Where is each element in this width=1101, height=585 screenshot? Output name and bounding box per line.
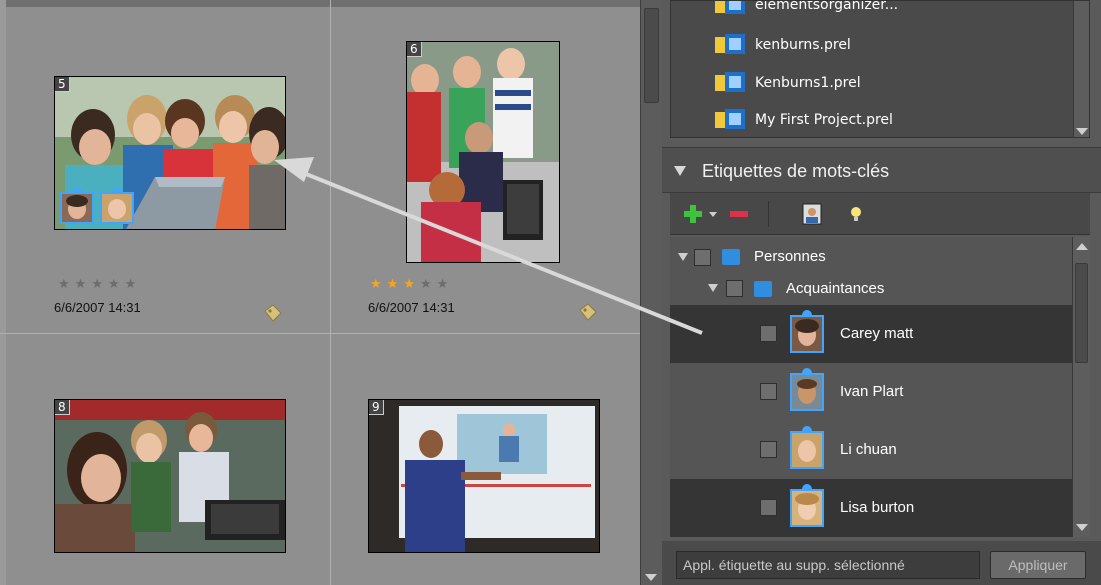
photo-thumbnail-5[interactable]: 5 bbox=[54, 76, 286, 230]
photo-date: 6/6/2007 14:31 bbox=[54, 300, 141, 315]
keyword-checkbox[interactable] bbox=[760, 383, 777, 400]
scroll-down-arrow-icon[interactable] bbox=[1076, 128, 1088, 135]
star-empty-icon[interactable]: ★ bbox=[75, 277, 92, 292]
premiere-project-icon bbox=[715, 1, 745, 14]
scroll-up-arrow-icon[interactable] bbox=[1076, 243, 1088, 250]
lightbulb-icon[interactable] bbox=[848, 203, 864, 225]
star-empty-icon[interactable]: ★ bbox=[420, 277, 437, 292]
face-tag-icon bbox=[790, 310, 824, 353]
premiere-project-icon bbox=[715, 34, 745, 54]
minus-icon[interactable] bbox=[728, 203, 750, 225]
star-empty-icon[interactable]: ★ bbox=[108, 277, 125, 292]
tag-icon[interactable] bbox=[578, 302, 598, 322]
keyword-label: Li chuan bbox=[840, 441, 897, 458]
face-tag-icon[interactable] bbox=[100, 188, 134, 224]
file-name: My First Project.prel bbox=[755, 112, 893, 128]
panel-title: Etiquettes de mots-clés bbox=[702, 161, 890, 181]
keyword-checkbox[interactable] bbox=[760, 441, 777, 458]
scrollbar-thumb[interactable] bbox=[1075, 263, 1088, 363]
photo-number: 5 bbox=[55, 77, 70, 92]
photo-thumbnail-8[interactable]: 8 bbox=[54, 399, 286, 553]
premiere-project-icon bbox=[715, 72, 745, 92]
photo-number: 9 bbox=[369, 400, 384, 415]
apply-tag-bar: Appliquer bbox=[662, 541, 1101, 585]
keyword-label: Ivan Plart bbox=[840, 383, 904, 400]
face-tag-icon[interactable] bbox=[60, 188, 94, 224]
star-filled-icon[interactable]: ★ bbox=[403, 277, 420, 292]
star-empty-icon[interactable]: ★ bbox=[58, 277, 75, 292]
face-tag-icon bbox=[790, 368, 824, 411]
file-name: kenburns.prel bbox=[755, 37, 851, 53]
file-item[interactable]: Kenburns1.prel bbox=[715, 71, 861, 95]
keyword-checkbox[interactable] bbox=[760, 325, 777, 342]
collapse-triangle-icon[interactable] bbox=[674, 166, 686, 176]
category-checkbox[interactable] bbox=[694, 249, 711, 266]
photo-number: 8 bbox=[55, 400, 70, 415]
people-category-icon bbox=[722, 249, 740, 265]
category-label[interactable]: Personnes bbox=[754, 248, 826, 265]
expand-triangle-icon[interactable] bbox=[708, 284, 718, 292]
apply-button[interactable]: Appliquer bbox=[990, 551, 1086, 579]
photo-number: 6 bbox=[407, 42, 422, 57]
star-filled-icon[interactable]: ★ bbox=[370, 277, 387, 292]
star-filled-icon[interactable]: ★ bbox=[387, 277, 404, 292]
expand-triangle-icon[interactable] bbox=[678, 253, 688, 261]
photo-thumbnail-6[interactable]: 6 bbox=[406, 41, 560, 263]
face-tag-icon bbox=[790, 426, 824, 469]
file-name: Kenburns1.prel bbox=[755, 75, 861, 91]
keyword-item-li-chuan[interactable]: Li chuan bbox=[670, 421, 1072, 479]
grid-scrollbar[interactable] bbox=[640, 0, 662, 585]
file-item[interactable]: kenburns.prel bbox=[715, 33, 851, 57]
keyword-label: Lisa burton bbox=[840, 499, 915, 516]
chevron-down-icon[interactable] bbox=[708, 211, 718, 219]
media-browser-grid: 5 ★★★★★ 6/6/2007 14:31 6 ★★★★★ 6/6/2007 … bbox=[0, 0, 640, 585]
photo-icon[interactable] bbox=[802, 203, 822, 225]
star-empty-icon[interactable]: ★ bbox=[91, 277, 108, 292]
keyword-item-carey-matt[interactable]: Carey matt bbox=[670, 305, 1072, 363]
file-list-scrollbar[interactable] bbox=[1073, 1, 1089, 137]
scroll-down-arrow-icon[interactable] bbox=[645, 574, 657, 581]
photo-face-tags bbox=[60, 188, 134, 224]
star-rating[interactable]: ★★★★★ bbox=[58, 277, 141, 292]
keyword-checkbox[interactable] bbox=[760, 499, 777, 516]
apply-tag-input[interactable] bbox=[676, 551, 980, 579]
premiere-project-icon bbox=[715, 109, 745, 129]
keyword-toolbar bbox=[670, 193, 1090, 235]
keyword-tags-header[interactable]: Etiquettes de mots-clés bbox=[662, 147, 1101, 193]
file-item[interactable]: My First Project.prel bbox=[715, 108, 893, 132]
photo-thumbnail-9[interactable]: 9 bbox=[368, 399, 600, 553]
photo-date: 6/6/2007 14:31 bbox=[368, 300, 455, 315]
category-checkbox[interactable] bbox=[726, 280, 743, 297]
file-item[interactable]: elementsorganizer... bbox=[715, 0, 899, 17]
keyword-tree: Personnes Acquaintances Carey matt Ivan … bbox=[670, 237, 1090, 537]
star-empty-icon[interactable]: ★ bbox=[437, 277, 454, 292]
scroll-down-arrow-icon[interactable] bbox=[1076, 524, 1088, 531]
star-empty-icon[interactable]: ★ bbox=[125, 277, 142, 292]
star-rating[interactable]: ★★★★★ bbox=[370, 277, 453, 292]
right-panel: elementsorganizer... kenburns.prel Kenbu… bbox=[662, 0, 1101, 585]
face-tag-icon bbox=[790, 484, 824, 527]
keyword-item-ivan-plart[interactable]: Ivan Plart bbox=[670, 363, 1072, 421]
file-name: elementsorganizer... bbox=[755, 0, 899, 13]
keyword-label: Carey matt bbox=[840, 325, 914, 342]
keyword-tree-scrollbar[interactable] bbox=[1072, 237, 1090, 537]
plus-icon[interactable] bbox=[682, 203, 704, 225]
category-label[interactable]: Acquaintances bbox=[786, 280, 884, 297]
keyword-item-lisa-burton[interactable]: Lisa burton bbox=[670, 479, 1072, 537]
group-category-icon bbox=[754, 281, 772, 297]
organizer-window: 5 ★★★★★ 6/6/2007 14:31 6 ★★★★★ 6/6/2007 … bbox=[0, 0, 1101, 585]
project-file-list: elementsorganizer... kenburns.prel Kenbu… bbox=[670, 0, 1090, 138]
tag-icon[interactable] bbox=[263, 303, 283, 323]
scrollbar-thumb[interactable] bbox=[644, 8, 659, 103]
